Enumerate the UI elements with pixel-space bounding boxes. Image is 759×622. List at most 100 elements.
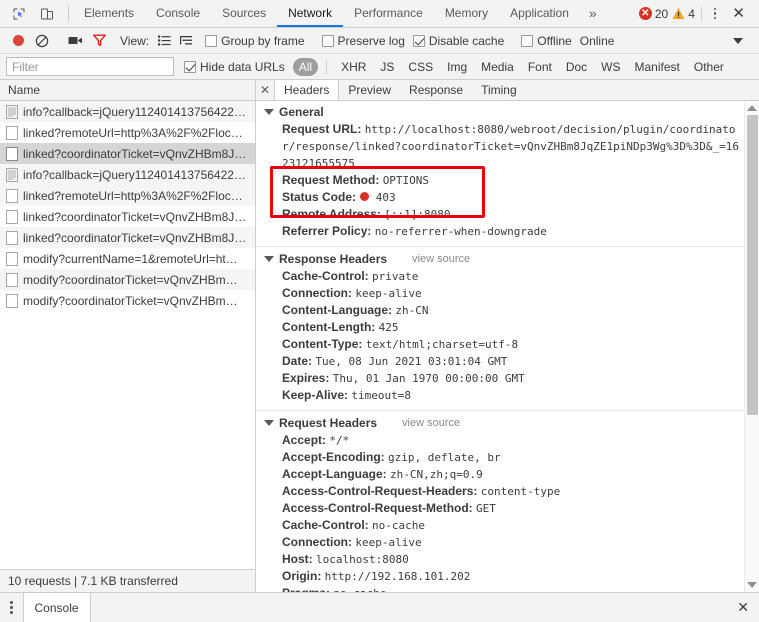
request-row-2[interactable]: linked?remoteUrl=http%3A%2F%2Floc… — [0, 122, 255, 143]
request-row-8[interactable]: modify?currentName=1&remoteUrl=ht… — [0, 248, 255, 269]
close-detail-icon[interactable]: ✕ — [256, 80, 274, 100]
hide-data-urls-checkbox[interactable]: Hide data URLs — [184, 60, 285, 74]
header-value: zh-CN — [395, 304, 429, 317]
request-row-6[interactable]: linked?coordinatorTicket=vQnvZHBm8J… — [0, 206, 255, 227]
filter-type-img[interactable]: Img — [441, 58, 473, 76]
more-tabs-icon[interactable]: » — [580, 0, 606, 27]
header-key: Keep-Alive: — [282, 388, 349, 402]
tab-application[interactable]: Application — [499, 0, 580, 27]
headers-content: General Request URL: http://localhost:80… — [256, 101, 759, 592]
disable-cache-checkbox[interactable]: Disable cache — [412, 34, 504, 48]
generic-file-icon — [6, 209, 18, 224]
filter-type-css[interactable]: CSS — [402, 58, 439, 76]
request-name: modify?coordinatorTicket=vQnvZHBm… — [23, 272, 238, 287]
device-toolbar-icon[interactable] — [36, 3, 58, 25]
scroll-down-arrow-icon[interactable] — [747, 582, 757, 588]
header-key: Access-Control-Request-Headers: — [282, 484, 478, 498]
preserve-log-checkbox[interactable]: Preserve log — [321, 34, 405, 48]
filter-type-js[interactable]: JS — [374, 58, 400, 76]
detail-tab-timing[interactable]: Timing — [472, 80, 526, 100]
request-header-row: Accept: */* — [264, 432, 743, 449]
header-key: Connection: — [282, 286, 352, 300]
detail-tab-preview[interactable]: Preview — [339, 80, 400, 100]
request-list-header[interactable]: Name — [0, 80, 255, 101]
scrollbar-thumb[interactable] — [746, 115, 758, 415]
generic-file-icon — [6, 125, 18, 140]
view-label: View: — [120, 33, 150, 48]
header-value: GET — [476, 502, 496, 515]
tab-elements[interactable]: Elements — [73, 0, 145, 27]
request-list[interactable]: info?callback=jQuery112401413756422… lin… — [0, 101, 255, 569]
scroll-up-arrow-icon[interactable] — [747, 105, 757, 111]
clear-icon — [35, 34, 49, 47]
main-menu-icon[interactable] — [708, 7, 723, 20]
filter-type-font[interactable]: Font — [522, 58, 558, 76]
view-source-link-request[interactable]: view source — [402, 417, 460, 429]
tab-network[interactable]: Network — [277, 0, 344, 27]
camera-icon — [68, 37, 82, 44]
tabbar-divider — [68, 5, 69, 22]
filter-type-media[interactable]: Media — [475, 58, 520, 76]
warning-count-badge[interactable]: 4 — [672, 7, 695, 21]
header-key: Referrer Policy: — [282, 224, 372, 238]
close-drawer-icon[interactable]: ✕ — [727, 593, 759, 622]
close-devtools-icon[interactable]: ✕ — [726, 6, 751, 21]
header-value: keep-alive — [355, 287, 422, 300]
section-general-title[interactable]: General — [264, 105, 743, 119]
section-request-headers-title[interactable]: Request Headers view source — [264, 416, 743, 430]
response-header-row: Cache-Control: private — [264, 268, 743, 285]
request-header-row: Cache-Control: no-cache — [264, 517, 743, 534]
detail-tab-headers[interactable]: Headers — [274, 80, 340, 100]
request-row-4[interactable]: info?callback=jQuery112401413756422… — [0, 164, 255, 185]
request-row-9[interactable]: modify?coordinatorTicket=vQnvZHBm… — [0, 269, 255, 290]
chevron-down-icon[interactable] — [733, 37, 743, 44]
header-value: gzip, deflate, br — [388, 451, 501, 464]
filter-input[interactable] — [6, 57, 174, 76]
offline-checkbox[interactable]: Offline — [521, 34, 572, 48]
header-key: Content-Length: — [282, 320, 376, 334]
header-value: Tue, 08 Jun 2021 03:01:04 GMT — [315, 355, 508, 368]
request-name: linked?coordinatorTicket=vQnvZHBm8J… — [23, 146, 247, 161]
clear-button[interactable] — [30, 30, 54, 52]
view-list-button[interactable] — [153, 30, 175, 52]
capture-screenshots-button[interactable] — [63, 30, 87, 52]
detail-tab-response[interactable]: Response — [400, 80, 472, 100]
filter-type-all[interactable]: All — [292, 57, 319, 76]
drawer-tab-console[interactable]: Console — [22, 593, 91, 622]
view-source-link-response[interactable]: view source — [412, 253, 470, 265]
detail-scrollbar[interactable] — [744, 101, 759, 592]
request-row-1[interactable]: info?callback=jQuery112401413756422… — [0, 101, 255, 122]
drawer-spacer — [91, 593, 728, 622]
request-name: linked?remoteUrl=http%3A%2F%2Floc… — [23, 188, 243, 203]
header-key: Remote Address: — [282, 207, 381, 221]
request-row-5[interactable]: linked?remoteUrl=http%3A%2F%2Floc… — [0, 185, 255, 206]
section-response-headers-title[interactable]: Response Headers view source — [264, 252, 743, 266]
group-by-frame-checkbox[interactable]: Group by frame — [205, 34, 305, 48]
general-row-remote-address: Remote Address: [::1]:8080 — [264, 206, 743, 223]
tab-sources[interactable]: Sources — [211, 0, 277, 27]
request-header-row: Access-Control-Request-Headers: content-… — [264, 483, 743, 500]
tab-console[interactable]: Console — [145, 0, 211, 27]
error-count-badge[interactable]: ✕ 20 — [638, 7, 668, 21]
header-key: Content-Type: — [282, 337, 363, 351]
generic-file-icon — [6, 146, 18, 161]
record-button[interactable] — [6, 30, 30, 52]
filter-type-doc[interactable]: Doc — [560, 58, 593, 76]
tab-memory[interactable]: Memory — [434, 0, 499, 27]
drawer-menu-icon[interactable] — [0, 593, 23, 622]
filter-type-ws[interactable]: WS — [595, 58, 626, 76]
filter-type-xhr[interactable]: XHR — [335, 58, 372, 76]
filter-type-other[interactable]: Other — [688, 58, 730, 76]
request-row-10[interactable]: modify?coordinatorTicket=vQnvZHBm… — [0, 290, 255, 311]
throttling-select[interactable]: Online — [580, 34, 615, 48]
inspect-element-icon[interactable] — [8, 3, 30, 25]
request-row-7[interactable]: linked?coordinatorTicket=vQnvZHBm8J… — [0, 227, 255, 248]
tab-performance[interactable]: Performance — [343, 0, 434, 27]
view-waterfall-button[interactable] — [175, 30, 197, 52]
request-name: info?callback=jQuery112401413756422… — [23, 167, 246, 182]
filter-type-manifest[interactable]: Manifest — [629, 58, 686, 76]
filter-toggle-button[interactable] — [87, 30, 111, 52]
general-row-request-method: Request Method: OPTIONS — [264, 172, 743, 189]
request-row-3[interactable]: linked?coordinatorTicket=vQnvZHBm8J… — [0, 143, 255, 164]
checkbox-box-disable-cache — [412, 34, 425, 47]
